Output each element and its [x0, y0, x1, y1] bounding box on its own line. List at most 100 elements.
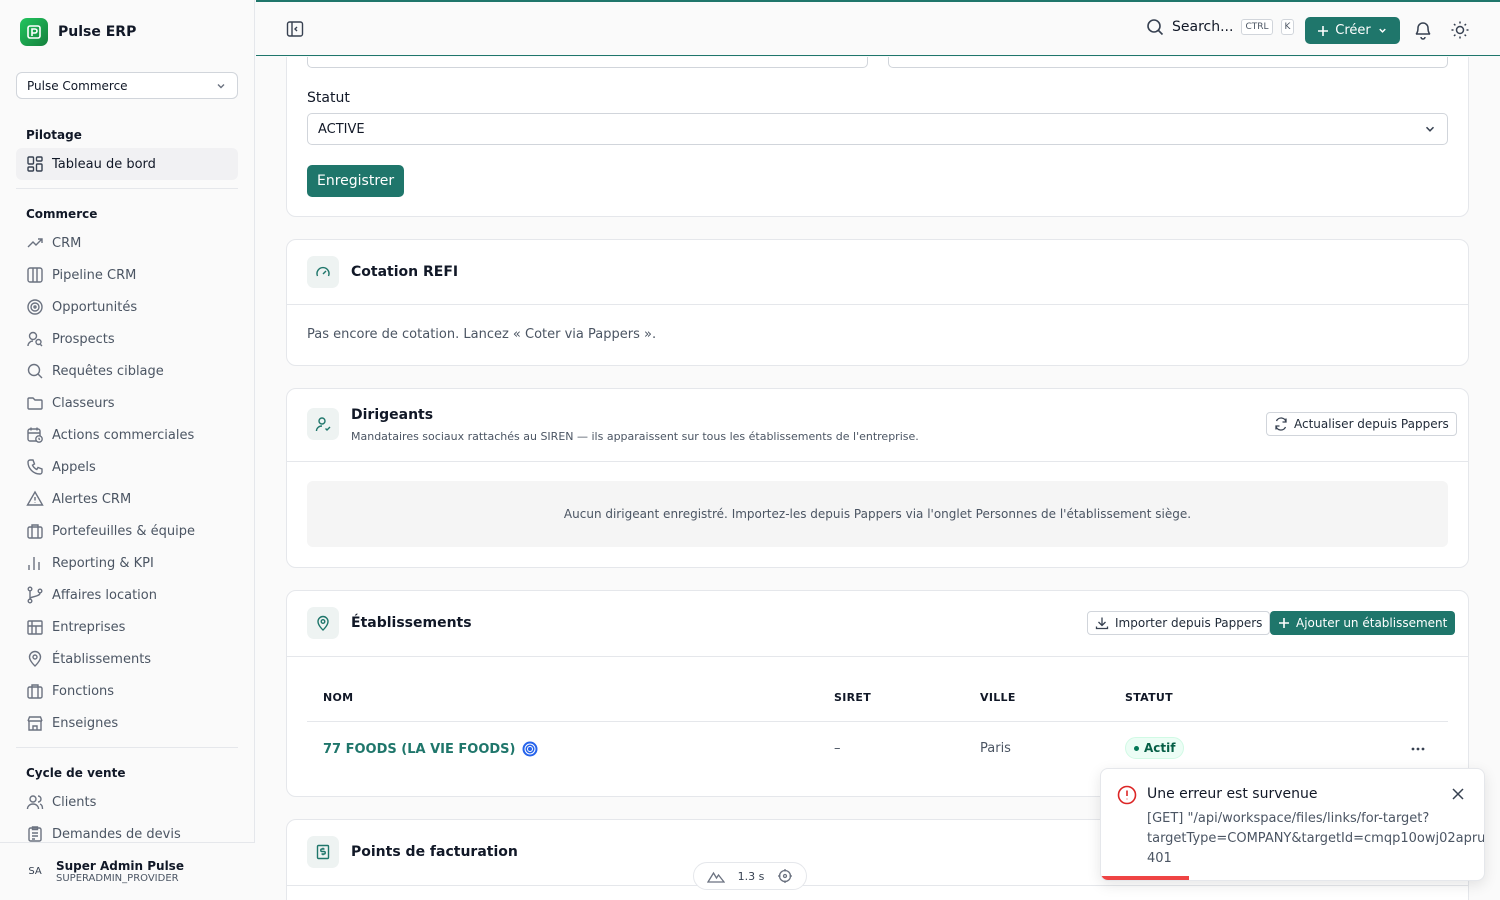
error-toast: Une erreur est survenue [GET] "/api/work…: [1100, 768, 1485, 881]
gauge-icon: [307, 256, 339, 288]
sidebar-item-actions-commerciales[interactable]: Actions commerciales: [16, 419, 238, 451]
toast-close-button[interactable]: [1449, 785, 1467, 807]
refresh-icon: [1275, 417, 1287, 431]
search-icon: [27, 363, 43, 379]
sidebar-item-label: Requêtes ciblage: [52, 363, 164, 379]
notifications-button[interactable]: [1413, 20, 1433, 44]
folder-icon: [27, 397, 43, 410]
toast-message: [GET] "/api/workspace/files/links/for-ta…: [1147, 809, 1484, 869]
map-pin-icon: [28, 650, 42, 667]
chevron-down-icon: [1425, 126, 1435, 132]
sidebar-item-tableau-de-bord[interactable]: Tableau de bord: [16, 148, 238, 180]
cotation-card: Cotation REFI Pas encore de cotation. La…: [286, 239, 1469, 366]
organization-select[interactable]: Pulse Commerce: [16, 72, 238, 99]
map-pin-icon: [307, 607, 339, 639]
app-name: Pulse ERP: [58, 24, 137, 40]
search-label: Search...: [1172, 19, 1234, 35]
brand[interactable]: Pulse ERP: [20, 18, 136, 46]
bell-icon: [1415, 22, 1431, 40]
sidebar-item-crm[interactable]: CRM: [16, 227, 238, 259]
refresh-from-pappers-button[interactable]: Actualiser depuis Pappers: [1266, 412, 1457, 436]
sidebar-item-affaires-location[interactable]: Affaires location: [16, 579, 238, 611]
divider: [287, 656, 1468, 657]
plus-icon: [1279, 618, 1289, 628]
sidebar-item-label: Reporting & KPI: [52, 555, 154, 571]
phone-icon: [27, 459, 43, 475]
create-button[interactable]: Créer: [1305, 17, 1400, 44]
building-icon: [27, 620, 43, 635]
sidebar-item-pipeline-crm[interactable]: Pipeline CRM: [16, 259, 238, 291]
column-header-nom[interactable]: NOM: [323, 691, 353, 704]
sidebar-item-reporting-kpi[interactable]: Reporting & KPI: [16, 547, 238, 579]
chevron-down-icon: [217, 83, 225, 88]
plus-icon: [1318, 25, 1329, 36]
table-header-divider: [307, 721, 1448, 722]
dashboard-icon: [27, 156, 43, 172]
sidebar-item-fonctions[interactable]: Fonctions: [16, 675, 238, 707]
kbd-ctrl: CTRL: [1241, 19, 1273, 35]
avatar: SA: [28, 866, 42, 877]
sidebar-item-opportunites[interactable]: Opportunités: [16, 291, 238, 323]
dirigeants-empty-text: Aucun dirigeant enregistré. Importez-les…: [563, 507, 1192, 521]
form-field-partial[interactable]: [307, 57, 868, 68]
bar-chart-icon: [28, 557, 40, 570]
sidebar-item-label: Pipeline CRM: [52, 267, 137, 283]
etablissement-name-link[interactable]: 77 FOODS (LA VIE FOODS): [323, 741, 538, 757]
store-icon: [27, 716, 43, 731]
search-button[interactable]: Search... CTRL K: [1146, 18, 1295, 36]
theme-toggle-button[interactable]: [1450, 20, 1470, 44]
statut-select-value: ACTIVE: [318, 121, 365, 137]
user-menu[interactable]: SA Super Admin Pulse SUPERADMIN_PROVIDER: [0, 842, 255, 900]
divider: [16, 188, 238, 189]
mountain-icon: [706, 871, 725, 883]
sidebar-item-requetes-ciblage[interactable]: Requêtes ciblage: [16, 355, 238, 387]
etablissement-name: 77 FOODS (LA VIE FOODS): [323, 741, 516, 757]
sidebar-item-label: CRM: [52, 235, 82, 251]
users-icon: [26, 795, 44, 810]
sidebar-item-label: Établissements: [52, 651, 152, 667]
sidebar-item-label: Classeurs: [52, 395, 115, 411]
sidebar-nav: Pilotage Tableau de bord Commerce CRM Pi…: [16, 122, 238, 850]
etablissement-siret: –: [834, 741, 841, 756]
sidebar-item-clients[interactable]: Clients: [16, 786, 238, 818]
sidebar-item-portefeuilles-equipe[interactable]: Portefeuilles & équipe: [16, 515, 238, 547]
add-etablissement-button[interactable]: Ajouter un établissement: [1270, 611, 1456, 635]
receipt-icon: [307, 836, 339, 868]
dirigeants-empty-state: Aucun dirigeant enregistré. Importez-les…: [307, 481, 1448, 547]
company-form-card: Statut ACTIVE Enregistrer: [286, 57, 1469, 217]
sidebar-item-prospects[interactable]: Prospects: [16, 323, 238, 355]
sidebar-item-label: Demandes de devis: [52, 826, 181, 842]
search-icon: [1147, 19, 1164, 36]
row-actions-button[interactable]: [1410, 741, 1426, 761]
sidebar-item-label: Opportunités: [52, 299, 138, 315]
crosshair-icon: [778, 869, 793, 883]
column-header-statut[interactable]: STATUT: [1125, 691, 1173, 704]
import-from-pappers-button[interactable]: Importer depuis Pappers: [1087, 611, 1271, 635]
trending-icon: [27, 238, 43, 248]
sidebar-item-classeurs[interactable]: Classeurs: [16, 387, 238, 419]
sidebar-item-etablissements[interactable]: Établissements: [16, 643, 238, 675]
sun-icon: [1451, 21, 1469, 39]
statut-label: Statut: [307, 90, 350, 106]
toast-title: Une erreur est survenue: [1147, 786, 1318, 802]
statut-select[interactable]: ACTIVE: [307, 113, 1448, 145]
sidebar-toggle-button[interactable]: [286, 20, 304, 42]
save-button[interactable]: Enregistrer: [307, 165, 405, 197]
form-field-partial[interactable]: [888, 57, 1448, 68]
status-badge-label: Actif: [1144, 741, 1176, 755]
divider: [287, 885, 1468, 886]
target-icon: [27, 299, 43, 315]
sidebar-item-appels[interactable]: Appels: [16, 451, 238, 483]
column-header-siret[interactable]: SIRET: [834, 691, 871, 704]
toast-message-line: 401: [1147, 851, 1172, 866]
sidebar-item-label: Alertes CRM: [52, 491, 132, 507]
sidebar-item-alertes-crm[interactable]: Alertes CRM: [16, 483, 238, 515]
column-header-ville[interactable]: VILLE: [980, 691, 1016, 704]
user-name: Super Admin Pulse: [56, 859, 184, 873]
sidebar-item-enseignes[interactable]: Enseignes: [16, 707, 238, 739]
sidebar-item-label: Fonctions: [52, 683, 115, 699]
sidebar-item-entreprises[interactable]: Entreprises: [16, 611, 238, 643]
dirigeants-subtitle: Mandataires sociaux rattachés au SIREN —…: [351, 430, 919, 443]
nav-section-title: Pilotage: [26, 128, 82, 142]
devtools-indicator[interactable]: 1.3 s: [693, 862, 807, 890]
